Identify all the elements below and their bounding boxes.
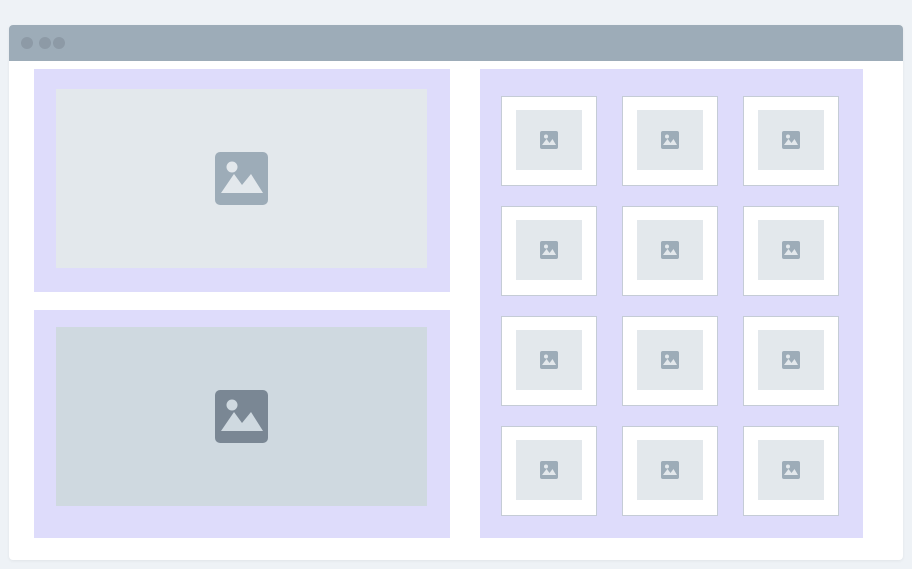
- thumbnail-tile[interactable]: [501, 426, 597, 516]
- image-icon: [661, 131, 679, 149]
- thumbnail-image-placeholder: [758, 110, 824, 170]
- thumbnail-tile[interactable]: [743, 426, 839, 516]
- thumbnail-image-placeholder: [516, 330, 582, 390]
- thumbnail-image-placeholder: [516, 110, 582, 170]
- browser-window: [9, 25, 903, 560]
- image-icon: [540, 461, 558, 479]
- thumbnail-grid-panel: [480, 69, 863, 538]
- top-media-panel: [34, 69, 450, 292]
- thumbnail-tile[interactable]: [622, 316, 718, 406]
- image-icon: [782, 351, 800, 369]
- thumbnail-image-placeholder: [516, 220, 582, 280]
- thumbnail-image-placeholder: [637, 330, 703, 390]
- image-icon: [782, 461, 800, 479]
- thumbnail-image-placeholder: [637, 110, 703, 170]
- image-icon: [782, 241, 800, 259]
- window-dot-icon[interactable]: [39, 37, 51, 49]
- window-dot-icon[interactable]: [21, 37, 33, 49]
- thumbnail-image-placeholder: [637, 440, 703, 500]
- thumbnail-tile[interactable]: [622, 96, 718, 186]
- thumbnail-tile[interactable]: [743, 96, 839, 186]
- thumbnail-image-placeholder: [637, 220, 703, 280]
- image-icon: [540, 351, 558, 369]
- image-icon: [215, 390, 268, 443]
- top-image-placeholder[interactable]: [56, 89, 427, 268]
- image-icon: [661, 461, 679, 479]
- image-icon: [661, 351, 679, 369]
- window-titlebar: [9, 25, 903, 61]
- window-dot-icon[interactable]: [53, 37, 65, 49]
- thumbnail-image-placeholder: [516, 440, 582, 500]
- bottom-media-panel: [34, 310, 450, 538]
- thumbnail-tile[interactable]: [743, 316, 839, 406]
- image-icon: [215, 152, 268, 205]
- image-icon: [540, 241, 558, 259]
- thumbnail-image-placeholder: [758, 440, 824, 500]
- thumbnail-tile[interactable]: [743, 206, 839, 296]
- bottom-image-placeholder[interactable]: [56, 327, 427, 506]
- image-icon: [661, 241, 679, 259]
- image-icon: [782, 131, 800, 149]
- thumbnail-image-placeholder: [758, 330, 824, 390]
- thumbnail-tile[interactable]: [501, 206, 597, 296]
- thumbnail-tile[interactable]: [501, 96, 597, 186]
- thumbnail-tile[interactable]: [622, 426, 718, 516]
- thumbnail-image-placeholder: [758, 220, 824, 280]
- image-icon: [540, 131, 558, 149]
- thumbnail-tile[interactable]: [622, 206, 718, 296]
- thumbnail-tile[interactable]: [501, 316, 597, 406]
